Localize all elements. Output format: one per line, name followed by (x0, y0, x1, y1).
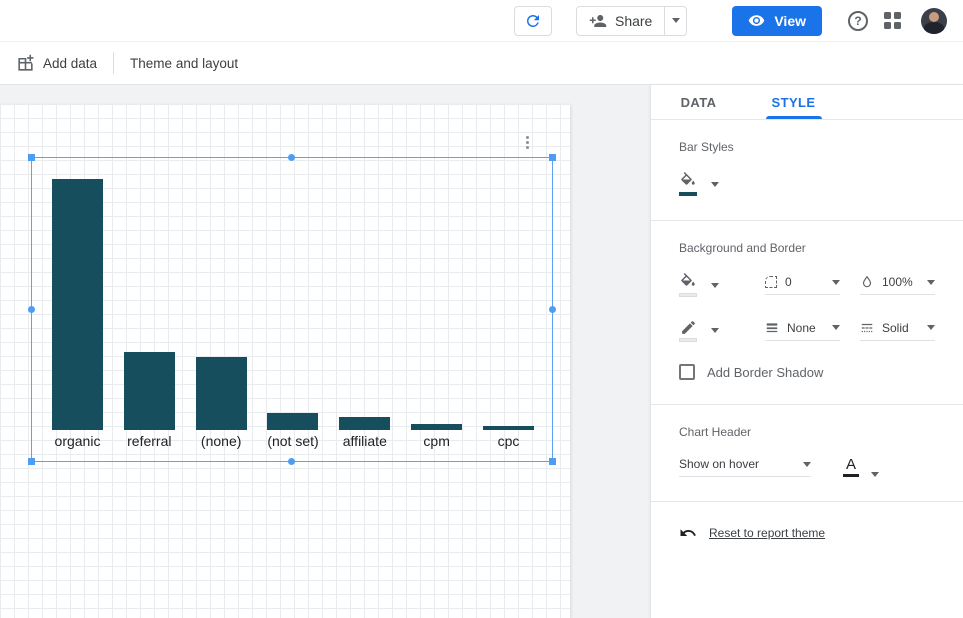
selection-handle-middle-right[interactable] (549, 306, 556, 313)
selection-handle-bottom-left[interactable] (28, 458, 35, 465)
app-header: Share View ? (0, 0, 963, 42)
chart-header-title: Chart Header (679, 425, 935, 439)
border-radius-value: 0 (785, 275, 792, 289)
border-color-picker[interactable] (679, 319, 719, 342)
chart-selection-box[interactable] (31, 157, 553, 462)
theme-layout-label: Theme and layout (130, 56, 238, 71)
panel-footer: Reset to report theme (651, 502, 963, 564)
header-text-color-picker[interactable]: A (843, 457, 879, 477)
chart-header-visibility-value: Show on hover (679, 457, 759, 471)
opacity-droplet-icon (860, 275, 874, 289)
share-dropdown-button[interactable] (664, 7, 686, 35)
selection-handle-top-right[interactable] (549, 154, 556, 161)
help-icon[interactable]: ? (848, 11, 868, 31)
background-color-picker[interactable] (679, 273, 719, 297)
refresh-icon (524, 12, 542, 30)
report-canvas[interactable]: organicreferral(none)(not set)affiliatec… (0, 104, 570, 618)
opacity-value: 100% (882, 275, 913, 289)
selection-handle-bottom-right[interactable] (549, 458, 556, 465)
fill-color-icon (679, 273, 697, 297)
chart-header-visibility-select[interactable]: Show on hover (679, 457, 811, 477)
chevron-down-icon (927, 325, 935, 330)
rounded-corner-icon (765, 276, 777, 288)
tab-data[interactable]: DATA (651, 85, 746, 119)
border-color-pencil-icon (679, 319, 697, 342)
chevron-down-icon (711, 328, 719, 333)
view-button-label: View (774, 13, 806, 29)
edit-toolbar: Add data Theme and layout (0, 42, 963, 85)
selection-handle-top-middle[interactable] (288, 154, 295, 161)
bar-color-picker[interactable] (679, 172, 935, 196)
apps-grid-icon[interactable] (884, 12, 901, 29)
user-avatar[interactable] (921, 8, 947, 34)
border-style-value: Solid (882, 321, 909, 335)
chevron-down-icon (927, 280, 935, 285)
share-button-label: Share (615, 13, 652, 29)
eye-icon (748, 12, 765, 29)
background-border-title: Background and Border (679, 241, 935, 255)
chevron-down-icon (672, 18, 680, 23)
view-button[interactable]: View (732, 6, 822, 36)
chart-more-menu-icon[interactable] (522, 132, 533, 153)
person-add-icon (589, 12, 607, 30)
reset-to-report-theme-link[interactable]: Reset to report theme (709, 526, 825, 540)
chevron-down-icon (711, 283, 719, 288)
add-data-button[interactable]: Add data (16, 54, 97, 73)
border-radius-select[interactable]: 0 (765, 275, 840, 295)
tab-data-label: DATA (681, 95, 717, 110)
chevron-down-icon (711, 182, 719, 187)
section-background-border: Background and Border 0 100% (651, 221, 963, 405)
line-weight-icon (765, 321, 779, 335)
checkbox-unchecked-icon[interactable] (679, 364, 695, 380)
theme-and-layout-button[interactable]: Theme and layout (130, 56, 238, 71)
add-data-label: Add data (43, 56, 97, 71)
undo-icon (679, 524, 697, 542)
fill-color-icon (679, 172, 697, 196)
tab-style[interactable]: STYLE (746, 85, 841, 119)
properties-panel: DATA STYLE Bar Styles Background and Bor… (650, 85, 963, 618)
chevron-down-icon (832, 280, 840, 285)
panel-tabs: DATA STYLE (651, 85, 963, 120)
selection-handle-middle-left[interactable] (28, 306, 35, 313)
refresh-button[interactable] (514, 6, 552, 36)
share-button-group: Share (576, 6, 687, 36)
bar-styles-title: Bar Styles (679, 140, 935, 154)
selection-handle-bottom-middle[interactable] (288, 458, 295, 465)
workspace: organicreferral(none)(not set)affiliatec… (0, 85, 963, 618)
line-style-icon (860, 321, 874, 335)
active-tab-indicator (766, 116, 822, 119)
border-weight-select[interactable]: None (765, 321, 840, 341)
section-bar-styles: Bar Styles (651, 120, 963, 221)
add-border-shadow-checkbox-row[interactable]: Add Border Shadow (679, 364, 935, 380)
text-color-icon: A (843, 457, 859, 477)
toolbar-divider (113, 52, 114, 74)
border-weight-value: None (787, 321, 816, 335)
chevron-down-icon (832, 325, 840, 330)
share-button[interactable]: Share (577, 7, 664, 35)
opacity-select[interactable]: 100% (860, 275, 935, 295)
chevron-down-icon (871, 472, 879, 477)
section-chart-header: Chart Header Show on hover A (651, 405, 963, 502)
add-border-shadow-label: Add Border Shadow (707, 365, 823, 380)
add-data-icon (16, 54, 35, 73)
selection-handle-top-left[interactable] (28, 154, 35, 161)
chevron-down-icon (803, 462, 811, 467)
tab-style-label: STYLE (772, 95, 816, 110)
border-style-select[interactable]: Solid (860, 321, 935, 341)
